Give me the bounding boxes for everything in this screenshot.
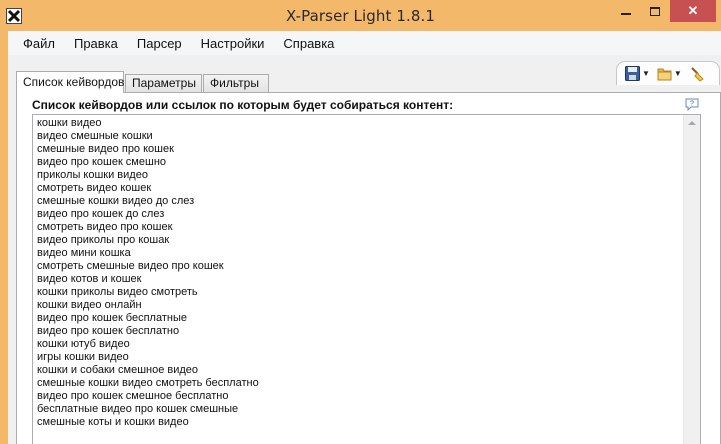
keyword-line: приколы кошки видео	[37, 169, 148, 181]
menu-file[interactable]: Файл	[14, 33, 64, 54]
save-dropdown-icon[interactable]: ▼	[642, 69, 650, 78]
keyword-line: кошки ютуб видео	[37, 338, 130, 350]
keyword-line: видео про кошек бесплатные	[37, 312, 187, 324]
keyword-list: кошки видео видео смешные кошки смешные ви…	[37, 117, 259, 429]
maximize-icon	[650, 6, 660, 16]
menu-parser[interactable]: Парсер	[128, 33, 191, 54]
keyword-line: смотреть видео про кошек	[37, 221, 173, 233]
close-button[interactable]: ✕	[670, 0, 716, 22]
minimize-icon	[621, 13, 631, 15]
save-icon	[625, 66, 640, 81]
menu-edit[interactable]: Правка	[65, 33, 127, 54]
panel-heading: Список кейвордов или ссылок по которым б…	[32, 98, 454, 112]
keyword-line: смотреть видео кошек	[37, 182, 152, 194]
keyword-line: игры кошки видео	[37, 351, 129, 363]
broom-icon	[691, 66, 704, 82]
vertical-scrollbar[interactable]	[683, 115, 700, 444]
tab-parameters[interactable]: Параметры	[125, 74, 202, 92]
keyword-line: кошки приколы видео смотреть	[37, 286, 198, 298]
keywords-panel: Список кейвордов или ссылок по которым б…	[16, 92, 721, 444]
tab-keywords[interactable]: Список кейвордов	[16, 71, 124, 93]
keyword-line: смешные кошки видео смотреть бесплатно	[37, 377, 259, 389]
scroll-up-icon[interactable]	[688, 121, 696, 125]
keyword-line: смешные коты и кошки видео	[37, 416, 189, 428]
application-window: X-Parser Light 1.8.1 ✕ Файл Правка Парсе…	[0, 0, 721, 444]
client-area: Файл Правка Парсер Настройки Справка ▼ ▼…	[8, 31, 721, 444]
keyword-line: видео котов и кошек	[37, 273, 142, 285]
keyword-line: видео про кошек смешно	[37, 156, 167, 168]
keyword-line: кошки видео	[37, 117, 102, 129]
menu-settings[interactable]: Настройки	[192, 33, 274, 54]
svg-text:?: ?	[690, 101, 694, 108]
keyword-line: кошки и собаки смешное видео	[37, 364, 199, 376]
open-dropdown-icon[interactable]: ▼	[674, 69, 682, 78]
title-bar[interactable]: X-Parser Light 1.8.1 ✕	[0, 0, 721, 31]
menu-help[interactable]: Справка	[274, 33, 343, 54]
toolbar: ▼ ▼	[616, 61, 720, 85]
keywords-textarea[interactable]: кошки видео видео смешные кошки смешные ви…	[32, 114, 701, 444]
keyword-line: видео про кошек смешное бесплатно	[37, 390, 229, 402]
keyword-line: видео смешные кошки	[37, 130, 153, 142]
close-icon: ✕	[687, 3, 699, 18]
open-button[interactable]: ▼	[657, 66, 686, 81]
keyword-line: кошки видео онлайн	[37, 299, 142, 311]
keyword-line: видео про кошек до слез	[37, 208, 165, 220]
keyword-line: видео приколы про кошак	[37, 234, 170, 246]
menu-bar: Файл Правка Парсер Настройки Справка	[8, 31, 721, 55]
help-icon[interactable]: ?	[685, 98, 699, 111]
keyword-line: видео про кошек бесплатно	[37, 325, 180, 337]
folder-icon	[657, 68, 672, 81]
tab-filters[interactable]: Фильтры	[203, 74, 269, 92]
keyword-line: смешные видео про кошек	[37, 143, 174, 155]
save-button[interactable]: ▼	[625, 66, 654, 81]
keyword-line: смотреть смешные видео про кошек	[37, 260, 224, 272]
keyword-line: бесплатные видео про кошек смешные	[37, 403, 239, 415]
clear-button[interactable]	[689, 66, 705, 82]
maximize-button[interactable]	[642, 0, 668, 22]
keyword-line: смешные кошки видео до слез	[37, 195, 195, 207]
keyword-line: видео мини кошка	[37, 247, 131, 259]
minimize-button[interactable]	[611, 0, 641, 22]
